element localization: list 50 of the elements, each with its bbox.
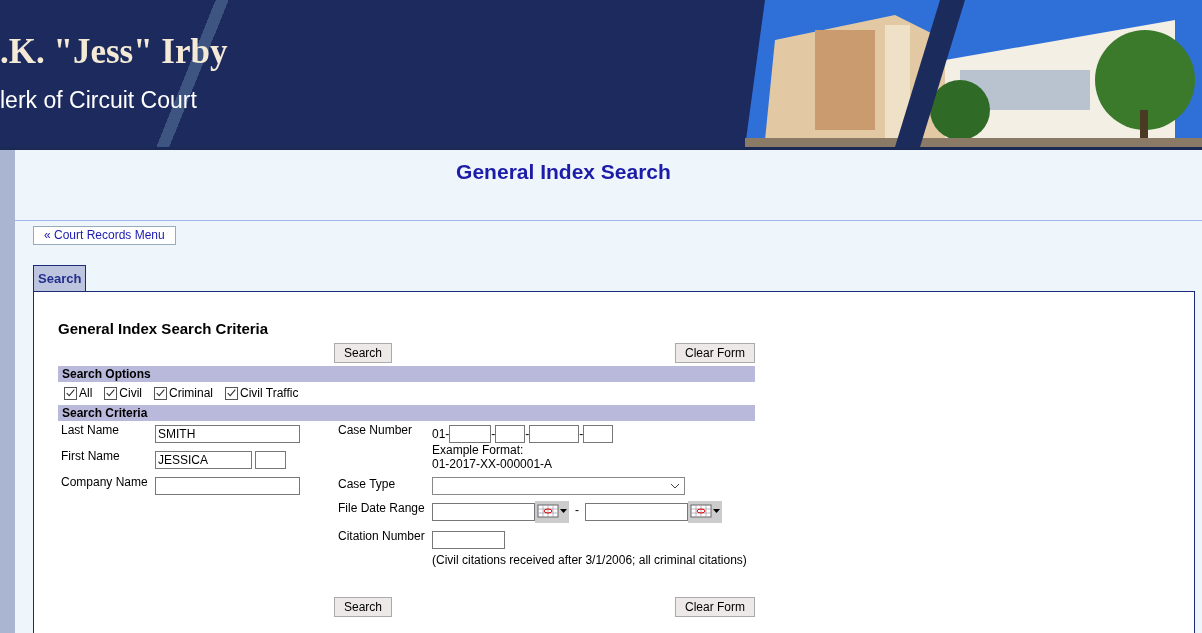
field-label: Case Number — [338, 423, 414, 437]
case-number-field[interactable] — [529, 425, 580, 443]
section-header: Search Criteria — [58, 405, 755, 421]
case-number-field[interactable] — [495, 425, 526, 443]
company-name-field[interactable] — [155, 477, 300, 495]
field-label: File Date Range — [338, 501, 426, 515]
field-label: Last Name — [60, 423, 121, 437]
field-label: Company Name — [60, 475, 149, 489]
case-number-field[interactable] — [583, 425, 614, 443]
clear-form-button[interactable]: Clear Form — [675, 597, 755, 617]
field-label: Case Type — [338, 477, 397, 491]
form-heading: General Index Search Criteria — [58, 320, 270, 337]
court-records-menu-link[interactable]: « Court Records Menu — [33, 226, 176, 245]
separator: - — [579, 427, 584, 441]
checkbox-label: Civil — [119, 386, 142, 400]
separator: - — [525, 427, 530, 441]
checkbox-label: Criminal — [169, 386, 214, 400]
case-prefix: 01- — [432, 427, 450, 441]
section-header: Search Options — [58, 366, 755, 382]
middle-initial-field[interactable] — [255, 451, 286, 469]
search-tab[interactable]: Search — [33, 265, 87, 291]
checkbox[interactable] — [154, 386, 167, 400]
checkbox-label: Civil Traffic — [240, 386, 299, 400]
checkbox-label: All — [79, 386, 93, 400]
checkbox[interactable] — [225, 386, 239, 400]
end-date-field[interactable] — [585, 503, 688, 521]
checkbox[interactable] — [104, 386, 118, 400]
chevron-down-icon — [670, 483, 680, 489]
citation-note: (Civil citations received after 3/1/2006; all criminal citations) — [432, 553, 747, 567]
clear-form-button[interactable]: Clear Form — [675, 343, 755, 363]
clerk-title: lerk of Circuit Court — [0, 86, 198, 114]
field-label: First Name — [60, 449, 121, 463]
first-name-field[interactable]: JESSICA — [155, 451, 252, 469]
calendar-button[interactable] — [535, 501, 569, 523]
case-type-dropdown[interactable] — [432, 477, 685, 495]
format-hint: 01-2017-XX-000001-A — [432, 457, 554, 471]
page-title: General Index Search — [456, 160, 671, 185]
case-number-field[interactable] — [449, 425, 492, 443]
separator: - — [491, 427, 496, 441]
search-button[interactable]: Search — [334, 343, 393, 363]
calendar-button[interactable] — [688, 501, 722, 523]
start-date-field[interactable] — [432, 503, 535, 521]
search-button[interactable]: Search — [334, 597, 393, 617]
checkbox[interactable] — [64, 386, 77, 400]
field-label: Citation Number — [338, 529, 426, 543]
last-name-field[interactable]: SMITH — [155, 425, 300, 443]
separator: - — [575, 503, 579, 517]
format-hint: Example Format: — [432, 443, 525, 457]
citation-number-field[interactable] — [432, 531, 505, 549]
clerk-name: .K. "Jess" Irby — [0, 32, 228, 72]
